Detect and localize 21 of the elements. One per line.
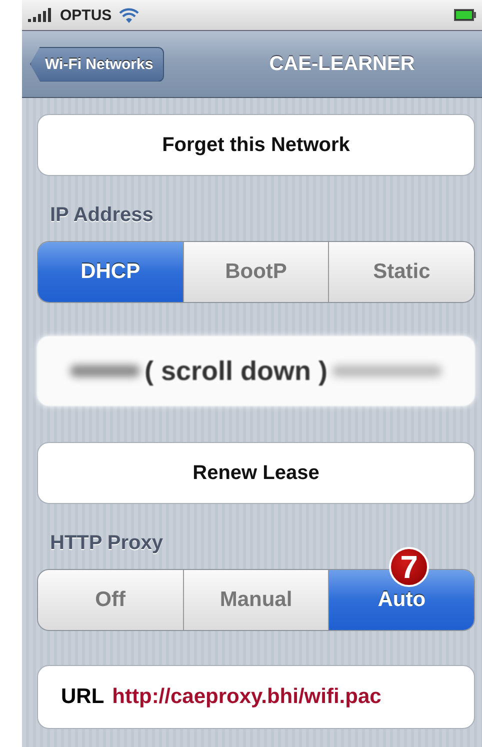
section-label: HTTP Proxy — [50, 532, 164, 555]
carrier-name: OPTUS — [60, 6, 112, 24]
field-value: http://caeproxy.bhi/wifi.pac — [112, 685, 382, 709]
field-label: URL — [61, 685, 104, 709]
signal-icon — [28, 8, 54, 22]
blur-smear — [70, 365, 140, 377]
renew-lease-button[interactable]: Renew Lease — [37, 442, 475, 504]
segment-button[interactable]: DHCP — [38, 242, 184, 302]
step-badge: 7 — [389, 547, 429, 587]
forget-network-button[interactable]: Forget this Network — [37, 114, 475, 176]
segment-button[interactable]: Manual — [184, 570, 330, 630]
wifi-icon — [118, 7, 140, 23]
segment-button[interactable]: Off — [38, 570, 184, 630]
section-label: IP Address — [50, 204, 154, 227]
nav-title: CAE-LEARNER — [268, 52, 416, 76]
segment-button[interactable]: Static — [329, 242, 474, 302]
scroll-hint: ( scroll down ) — [144, 356, 328, 386]
segment-button[interactable]: BootP — [184, 242, 330, 302]
battery-icon — [454, 9, 476, 21]
back-button[interactable]: Wi-Fi Networks — [30, 46, 164, 82]
url-field[interactable]: URL http://caeproxy.bhi/wifi.pac — [37, 665, 475, 729]
